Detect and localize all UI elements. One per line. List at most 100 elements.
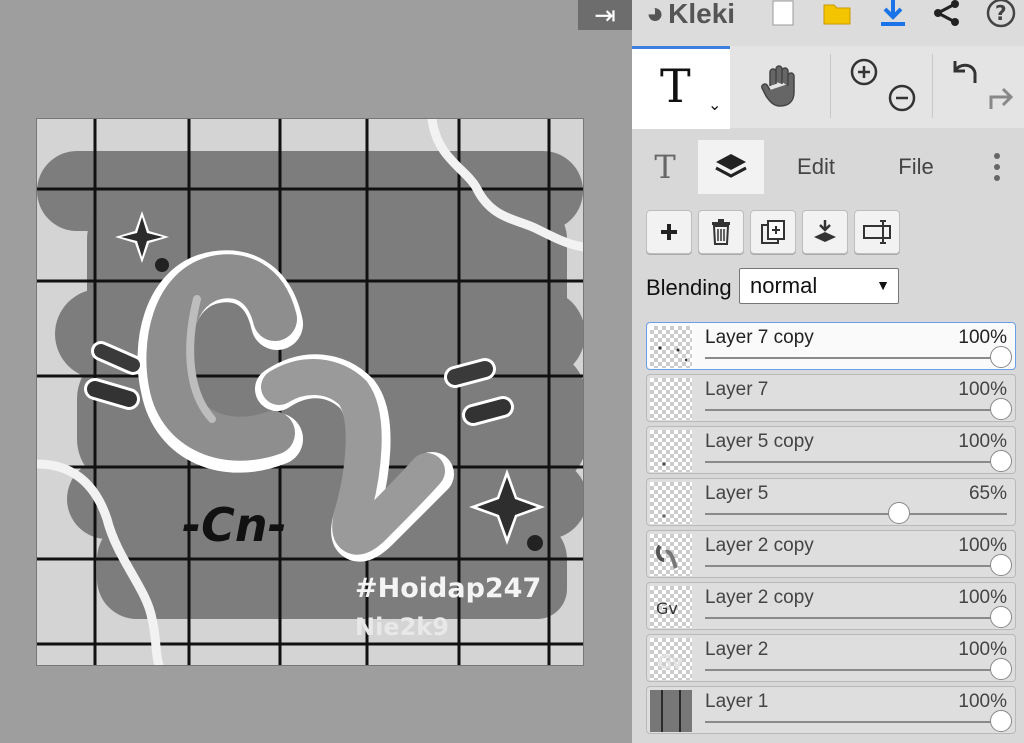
layer-row[interactable]: Layer 7 100% xyxy=(646,374,1016,422)
redo-button[interactable] xyxy=(982,58,1022,138)
signature-text: -Cn- xyxy=(182,498,287,552)
slider-knob[interactable] xyxy=(989,658,1012,680)
layer-thumbnail: Gv xyxy=(650,586,692,628)
watermark-author: Nie2k9 xyxy=(355,613,449,641)
tool-row: T ⌄ xyxy=(632,46,1024,129)
download-icon[interactable] xyxy=(876,0,910,30)
slider-knob[interactable] xyxy=(989,710,1012,732)
slider-knob[interactable] xyxy=(989,554,1012,576)
new-file-icon[interactable] xyxy=(766,0,800,30)
help-icon[interactable]: ? xyxy=(984,0,1018,30)
drawing-canvas[interactable]: -Cn- #Hoidap247 Nie2k9 xyxy=(36,118,584,666)
delete-layer-button[interactable] xyxy=(698,210,744,254)
tab-file[interactable]: File xyxy=(868,140,964,194)
svg-text:?: ? xyxy=(995,1,1007,25)
tab-tool-settings[interactable]: T xyxy=(632,140,698,194)
layer-row[interactable]: Layer 5 copy 100% xyxy=(646,426,1016,474)
layer-name: Layer 5 xyxy=(705,483,769,504)
tab-edit-label: Edit xyxy=(797,154,835,179)
trash-icon xyxy=(712,219,730,245)
hand-icon xyxy=(761,65,795,107)
svg-text:Gv: Gv xyxy=(656,599,678,618)
layer-name: Layer 2 xyxy=(705,639,769,660)
chevron-down-icon[interactable]: ⌄ xyxy=(708,95,721,115)
layer-row[interactable]: Layer 5 65% xyxy=(646,478,1016,526)
layer-name: Layer 2 copy xyxy=(705,535,814,556)
hand-tool-button[interactable] xyxy=(740,46,820,126)
text-tool-icon: T xyxy=(660,59,691,113)
add-layer-button[interactable] xyxy=(646,210,692,254)
layer-opacity-label: 65% xyxy=(968,483,1007,504)
layer-opacity-slider[interactable] xyxy=(705,502,1007,524)
tool-separator xyxy=(830,54,831,118)
kleki-logo[interactable]: ◕ Kleki xyxy=(646,0,735,34)
rename-layer-button[interactable] xyxy=(854,210,900,254)
layer-thumbnail xyxy=(650,690,692,732)
layer-name: Layer 5 copy xyxy=(705,431,814,452)
rename-icon xyxy=(863,220,891,244)
layer-row[interactable]: Gv Layer 2 100% xyxy=(646,634,1016,682)
chevron-down-icon: ▼ xyxy=(876,277,890,293)
layer-row[interactable]: Layer 1 100% xyxy=(646,686,1016,734)
tab-layers[interactable] xyxy=(698,140,764,194)
zoom-in-button[interactable] xyxy=(844,32,884,112)
layer-opacity-slider[interactable] xyxy=(705,658,1012,680)
collapse-panel-button[interactable]: ⇥ xyxy=(578,0,632,30)
merge-down-icon xyxy=(814,220,836,242)
slider-knob[interactable] xyxy=(888,502,911,524)
duplicate-icon xyxy=(761,220,785,244)
zoom-in-icon xyxy=(850,58,878,86)
layer-row[interactable]: Gv Layer 2 copy 100% xyxy=(646,582,1016,630)
svg-text:Gv: Gv xyxy=(658,652,683,673)
zoom-out-icon xyxy=(888,84,916,112)
open-folder-icon[interactable] xyxy=(820,0,854,30)
text-tool-button[interactable]: T ⌄ xyxy=(632,46,730,129)
kleki-logo-icon: ◕ xyxy=(646,0,665,30)
layer-opacity-slider[interactable] xyxy=(705,450,1012,472)
layer-opacity-slider[interactable] xyxy=(705,554,1012,576)
layer-thumbnail: Gv xyxy=(650,638,692,680)
merge-down-button[interactable] xyxy=(802,210,848,254)
share-icon[interactable] xyxy=(930,0,964,30)
layer-thumbnail xyxy=(650,326,692,368)
slider-knob[interactable] xyxy=(989,606,1012,628)
layer-opacity-slider[interactable] xyxy=(705,606,1012,628)
layer-name: Layer 1 xyxy=(705,691,769,712)
zoom-out-button[interactable] xyxy=(882,58,922,138)
layer-thumbnail xyxy=(650,482,692,524)
layer-opacity-slider[interactable] xyxy=(705,710,1012,732)
right-panel: ◕ Kleki ? T ⌄ T Edit File Blending norma… xyxy=(632,0,1024,743)
more-vertical-icon xyxy=(994,153,1000,181)
layer-thumbnail xyxy=(650,534,692,576)
layer-thumbnail xyxy=(650,378,692,420)
artwork: -Cn- #Hoidap247 Nie2k9 xyxy=(37,119,583,665)
layer-opacity-slider[interactable] xyxy=(705,346,1012,368)
layer-row[interactable]: Layer 7 copy 100% xyxy=(646,322,1016,370)
watermark-tag: #Hoidap247 xyxy=(355,573,541,604)
duplicate-layer-button[interactable] xyxy=(750,210,796,254)
tab-tool-settings-label: T xyxy=(654,148,676,186)
plus-icon xyxy=(661,224,677,240)
slider-knob[interactable] xyxy=(989,346,1012,368)
slider-knob[interactable] xyxy=(989,398,1012,420)
layer-opacity-slider[interactable] xyxy=(705,398,1012,420)
slider-knob[interactable] xyxy=(989,450,1012,472)
redo-icon xyxy=(989,87,1014,109)
blending-select[interactable]: normal ▼ xyxy=(739,268,899,304)
layer-name: Layer 7 copy xyxy=(705,327,814,348)
layer-row[interactable]: Layer 2 copy 100% xyxy=(646,530,1016,578)
undo-button[interactable] xyxy=(944,32,984,112)
tool-separator xyxy=(932,54,933,118)
blending-value: normal xyxy=(750,273,818,298)
more-menu-button[interactable] xyxy=(980,140,1014,194)
collapse-arrow-icon: ⇥ xyxy=(594,0,616,30)
app-name: Kleki xyxy=(668,0,736,29)
layers-icon xyxy=(715,154,747,178)
tab-edit[interactable]: Edit xyxy=(768,140,864,194)
blending-label: Blending xyxy=(646,275,732,300)
layer-thumbnail xyxy=(650,430,692,472)
canvas-workspace[interactable]: ⇥ -Cn- #Hoidap247 Nie2k9 xyxy=(0,0,632,743)
undo-icon xyxy=(953,61,977,83)
layer-name: Layer 7 xyxy=(705,379,769,400)
layer-name: Layer 2 copy xyxy=(705,587,814,608)
